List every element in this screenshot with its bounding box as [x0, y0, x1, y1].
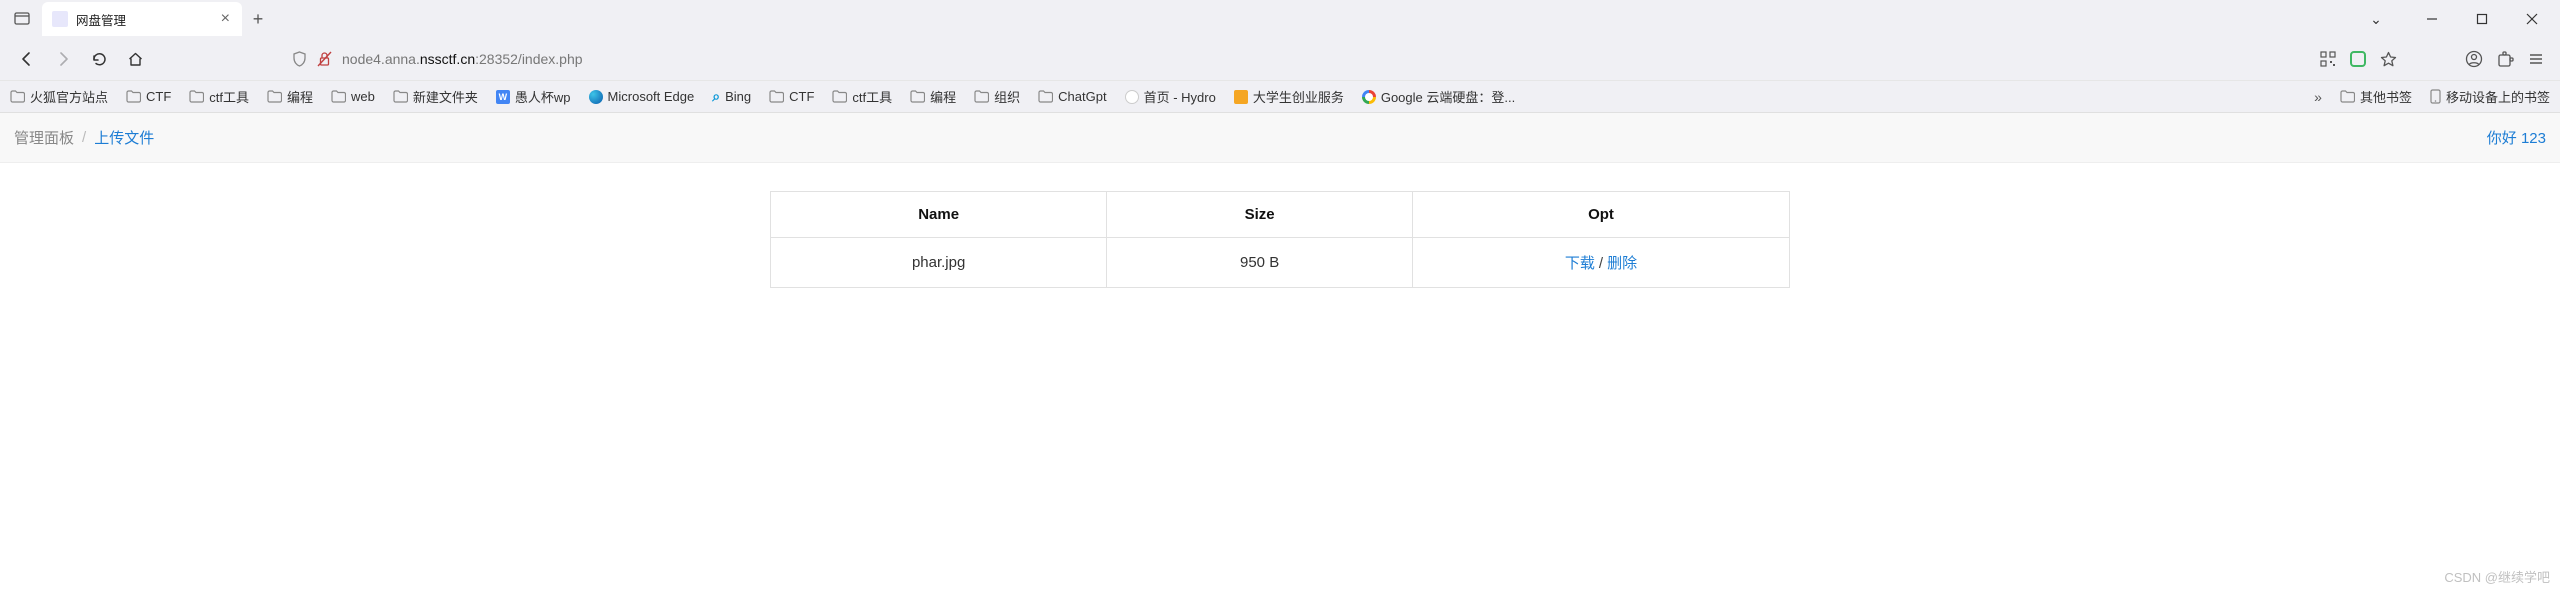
bookmark-item[interactable]: 编程	[267, 87, 313, 106]
bookmark-item[interactable]: CTF	[769, 89, 814, 104]
home-button[interactable]	[124, 48, 146, 70]
app-menu-button[interactable]	[2528, 51, 2544, 67]
tab-title: 网盘管理	[76, 10, 211, 29]
bookmark-item[interactable]: ⌕Bing	[712, 88, 751, 105]
bookmark-item[interactable]: web	[331, 89, 375, 104]
watermark: CSDN @继续学吧	[2444, 567, 2550, 586]
extensions-icon[interactable]	[2497, 51, 2514, 68]
bookmark-label: web	[351, 89, 375, 104]
window-controls: ⌄	[2354, 3, 2560, 35]
bookmark-item[interactable]: 火狐官方站点	[10, 87, 108, 106]
bookmark-item[interactable]: 新建文件夹	[393, 87, 478, 106]
bookmark-item[interactable]: Microsoft Edge	[589, 89, 695, 104]
bookmark-label: CTF	[146, 89, 171, 104]
bookmark-label: 首页 - Hydro	[1144, 87, 1216, 106]
tab-strip: 网盘管理 × + ⌄	[0, 0, 2560, 38]
delete-link[interactable]: 删除	[1607, 255, 1637, 272]
reload-button[interactable]	[88, 48, 110, 70]
browser-chrome: 网盘管理 × + ⌄ node4.anna.nssctf.cn:28352/in…	[0, 0, 2560, 113]
cell-size: 950 B	[1107, 238, 1413, 288]
maximize-button[interactable]	[2460, 3, 2504, 35]
url-path: :28352/index.php	[475, 51, 582, 67]
page-content: Name Size Opt phar.jpg950 B下载/删除	[0, 163, 2560, 316]
back-button[interactable]	[16, 48, 38, 70]
address-icons	[292, 51, 332, 67]
bookmark-star-icon[interactable]	[2380, 51, 2397, 68]
qr-icon[interactable]	[2320, 51, 2336, 67]
nav-buttons	[10, 48, 152, 70]
bookmarks-bar: 火狐官方站点 CTF ctf工具 编程 web 新建文件夹 W愚人杯wp Microsoft …	[0, 80, 2560, 112]
address-bar[interactable]: node4.anna.nssctf.cn:28352/index.php	[162, 51, 2310, 67]
greeting-text[interactable]: 你好 123	[2487, 127, 2546, 148]
url-text: node4.anna.nssctf.cn:28352/index.php	[342, 51, 583, 67]
breadcrumb: 管理面板 / 上传文件	[14, 127, 154, 148]
tab-favicon	[52, 11, 68, 27]
bookmark-item[interactable]: 首页 - Hydro	[1125, 87, 1216, 106]
bookmark-label: 大学生创业服务	[1253, 87, 1344, 106]
toolbar: node4.anna.nssctf.cn:28352/index.php	[0, 38, 2560, 80]
th-opt: Opt	[1412, 192, 1789, 238]
bookmark-item[interactable]: W愚人杯wp	[496, 87, 571, 106]
bookmark-item[interactable]: ctf工具	[189, 87, 249, 106]
bookmark-label: 组织	[994, 87, 1020, 106]
forward-button[interactable]	[52, 48, 74, 70]
cell-name: phar.jpg	[771, 238, 1107, 288]
shield-icon[interactable]	[292, 51, 307, 67]
bookmark-item[interactable]: 大学生创业服务	[1234, 87, 1344, 106]
bookmark-label: CTF	[789, 89, 814, 104]
bookmark-label: Bing	[725, 89, 751, 104]
bookmark-item[interactable]: ctf工具	[832, 87, 892, 106]
url-host-bold: nssctf.cn	[420, 51, 475, 67]
new-tab-button[interactable]: +	[242, 9, 274, 30]
bookmark-label: 其他书签	[2360, 87, 2412, 106]
bookmark-label: ChatGpt	[1058, 89, 1106, 104]
bookmark-item[interactable]: 组织	[974, 87, 1020, 106]
toolbar-right-icons	[2320, 50, 2550, 68]
bookmark-label: ctf工具	[209, 87, 249, 106]
tabs-dropdown-icon[interactable]: ⌄	[2354, 3, 2398, 35]
bookmark-label: 火狐官方站点	[30, 87, 108, 106]
minimize-button[interactable]	[2410, 3, 2454, 35]
breadcrumb-link-upload[interactable]: 上传文件	[94, 127, 154, 148]
bookmark-label: 移动设备上的书签	[2446, 87, 2550, 106]
breadcrumb-sep: /	[82, 129, 86, 146]
bookmark-item[interactable]: CTF	[126, 89, 171, 104]
app-menu-icon[interactable]	[8, 5, 36, 33]
bookmark-item[interactable]: 编程	[910, 87, 956, 106]
bookmark-label: 愚人杯wp	[515, 87, 571, 106]
bookmarks-overflow-icon[interactable]: »	[2314, 89, 2322, 105]
table-row: phar.jpg950 B下载/删除	[771, 238, 1790, 288]
bookmarks-right: » 其他书签 移动设备上的书签	[2314, 87, 2550, 106]
page-header: 管理面板 / 上传文件 你好 123	[0, 113, 2560, 163]
extension-green-icon[interactable]	[2350, 51, 2366, 67]
bookmark-label: Google 云端硬盘：登...	[1381, 87, 1515, 106]
table-header-row: Name Size Opt	[771, 192, 1790, 238]
download-link[interactable]: 下载	[1565, 255, 1595, 272]
account-icon[interactable]	[2465, 50, 2483, 68]
cell-opt: 下载/删除	[1412, 238, 1789, 288]
url-host-pre: node4.anna.	[342, 51, 420, 67]
bookmark-label: Microsoft Edge	[608, 89, 695, 104]
th-size: Size	[1107, 192, 1413, 238]
bookmark-label: 编程	[930, 87, 956, 106]
opt-sep: /	[1599, 255, 1603, 272]
breadcrumb-root: 管理面板	[14, 127, 74, 148]
browser-tab[interactable]: 网盘管理 ×	[42, 2, 242, 36]
bookmark-item[interactable]: Google 云端硬盘：登...	[1362, 87, 1515, 106]
bookmark-label: 编程	[287, 87, 313, 106]
bookmark-item[interactable]: ChatGpt	[1038, 89, 1106, 104]
bookmark-label: 新建文件夹	[413, 87, 478, 106]
file-table: Name Size Opt phar.jpg950 B下载/删除	[770, 191, 1790, 288]
th-name: Name	[771, 192, 1107, 238]
close-window-button[interactable]	[2510, 3, 2554, 35]
bookmark-item[interactable]: 移动设备上的书签	[2430, 87, 2550, 106]
tab-close-icon[interactable]: ×	[219, 10, 232, 28]
insecure-lock-icon[interactable]	[317, 51, 332, 67]
bookmark-label: ctf工具	[852, 87, 892, 106]
bookmark-item[interactable]: 其他书签	[2340, 87, 2412, 106]
